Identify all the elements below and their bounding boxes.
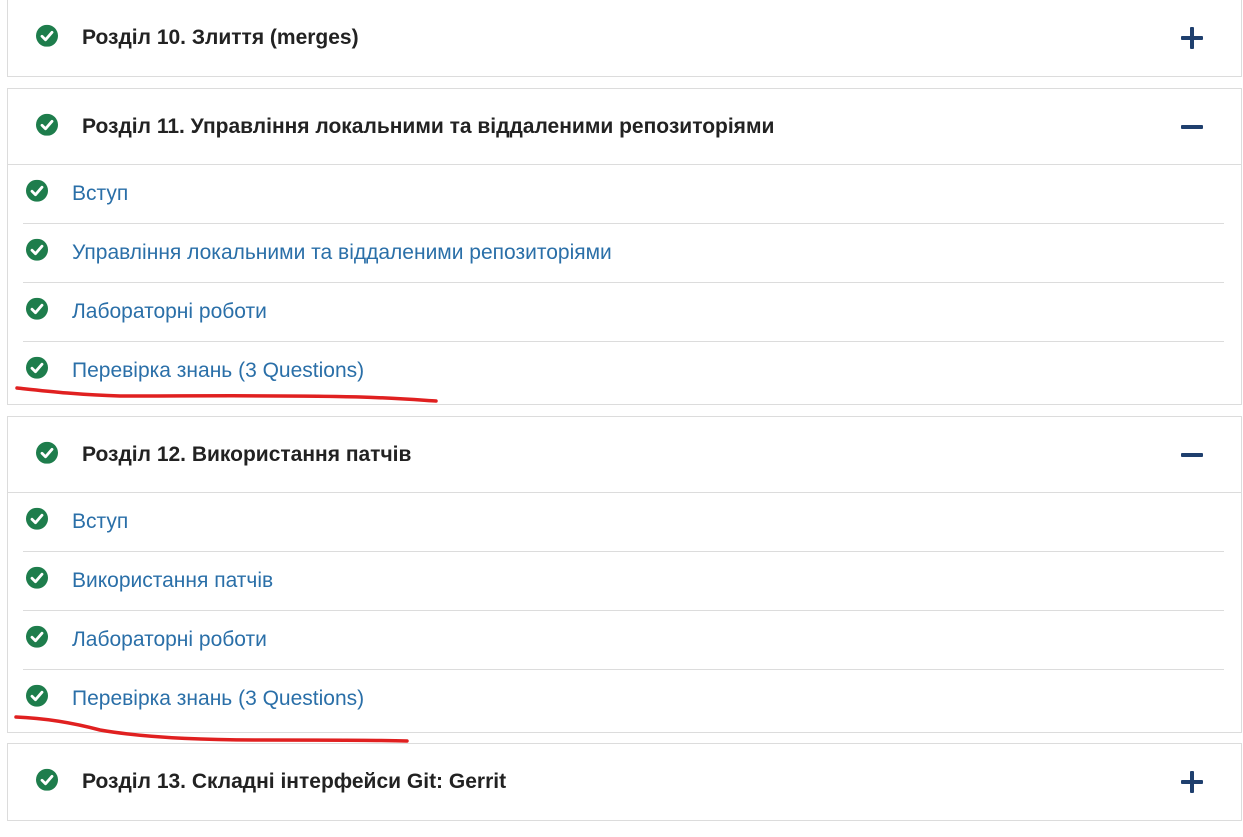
check-circle-icon — [26, 684, 48, 707]
section-title: Розділ 10. Злиття (merges) — [82, 25, 359, 49]
section-title: Розділ 12. Використання патчів — [82, 442, 412, 466]
check-circle-icon — [26, 356, 48, 379]
lesson-link[interactable]: Лабораторні роботи — [72, 628, 267, 652]
lesson-link[interactable]: Вступ — [72, 510, 128, 534]
section-13: Розділ 13. Складні інтерфейси Git: Gerri… — [7, 743, 1242, 821]
lesson-item[interactable]: Лабораторні роботи — [23, 283, 1224, 342]
quiz-item[interactable]: Перевірка знань (3 Questions) — [23, 342, 1224, 400]
check-circle-icon — [26, 507, 48, 530]
quiz-item[interactable]: Перевірка знань (3 Questions) — [23, 670, 1224, 728]
check-circle-icon — [26, 179, 48, 202]
check-circle-icon — [36, 113, 58, 136]
lesson-item[interactable]: Управління локальними та віддаленими реп… — [23, 224, 1224, 283]
section-11-header[interactable]: Розділ 11. Управління локальними та відд… — [8, 89, 1241, 165]
check-circle-icon — [36, 24, 58, 47]
check-circle-icon — [26, 297, 48, 320]
section-11: Розділ 11. Управління локальними та відд… — [7, 88, 1242, 405]
course-curriculum: Розділ 10. Злиття (merges) Розділ 11. Уп… — [0, 0, 1243, 837]
minus-icon[interactable] — [1181, 116, 1203, 138]
lesson-list: Вступ Використання патчів Лабораторні ро… — [8, 493, 1241, 728]
section-13-header[interactable]: Розділ 13. Складні інтерфейси Git: Gerri… — [8, 744, 1241, 819]
check-circle-icon — [26, 566, 48, 589]
lesson-list: Вступ Управління локальними та віддалени… — [8, 165, 1241, 400]
lesson-link[interactable]: Вступ — [72, 182, 128, 206]
quiz-link[interactable]: Перевірка знань (3 Questions) — [72, 687, 364, 711]
lesson-link[interactable]: Лабораторні роботи — [72, 300, 267, 324]
section-12-header[interactable]: Розділ 12. Використання патчів — [8, 417, 1241, 493]
lesson-item[interactable]: Вступ — [23, 493, 1224, 552]
check-circle-icon — [36, 768, 58, 791]
section-title: Розділ 11. Управління локальними та відд… — [82, 114, 775, 138]
plus-icon[interactable] — [1181, 26, 1203, 49]
lesson-link[interactable]: Управління локальними та віддаленими реп… — [72, 241, 612, 265]
lesson-item[interactable]: Лабораторні роботи — [23, 611, 1224, 670]
plus-icon[interactable] — [1181, 770, 1203, 793]
section-12: Розділ 12. Використання патчів Вступ Вик… — [7, 416, 1242, 733]
lesson-item[interactable]: Вступ — [23, 165, 1224, 224]
check-circle-icon — [36, 441, 58, 464]
check-circle-icon — [26, 625, 48, 648]
lesson-item[interactable]: Використання патчів — [23, 552, 1224, 611]
minus-icon[interactable] — [1181, 444, 1203, 466]
check-circle-icon — [26, 238, 48, 261]
quiz-link[interactable]: Перевірка знань (3 Questions) — [72, 359, 364, 383]
section-10-header[interactable]: Розділ 10. Злиття (merges) — [8, 0, 1241, 75]
section-10: Розділ 10. Злиття (merges) — [7, 0, 1242, 77]
section-title: Розділ 13. Складні інтерфейси Git: Gerri… — [82, 769, 507, 793]
lesson-link[interactable]: Використання патчів — [72, 569, 273, 593]
